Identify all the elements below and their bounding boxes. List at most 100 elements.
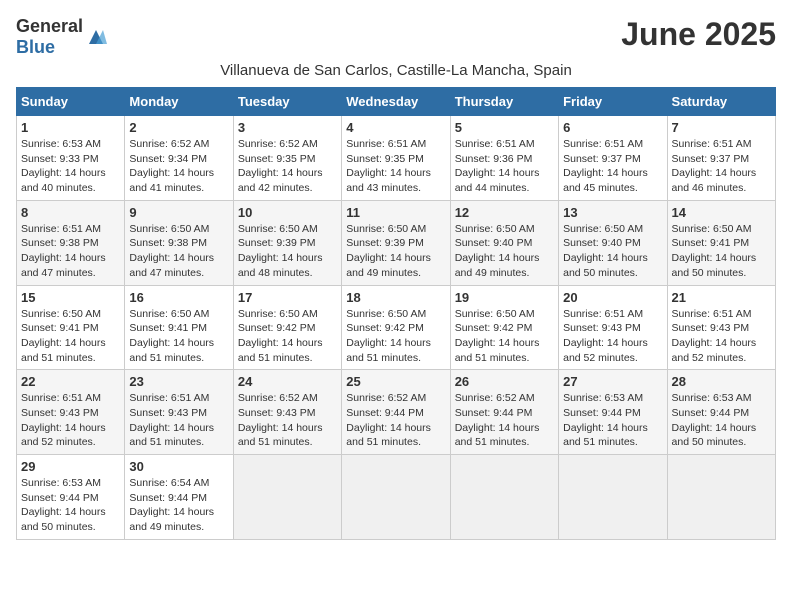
- day-info: Sunrise: 6:51 AM Sunset: 9:37 PM Dayligh…: [563, 138, 648, 194]
- table-row: 30 Sunrise: 6:54 AM Sunset: 9:44 PM Dayl…: [125, 455, 233, 540]
- table-row: 1 Sunrise: 6:53 AM Sunset: 9:33 PM Dayli…: [17, 116, 125, 201]
- table-row: 16 Sunrise: 6:50 AM Sunset: 9:41 PM Dayl…: [125, 285, 233, 370]
- day-number: 6: [563, 120, 662, 135]
- table-row: 6 Sunrise: 6:51 AM Sunset: 9:37 PM Dayli…: [559, 116, 667, 201]
- table-row: 7 Sunrise: 6:51 AM Sunset: 9:37 PM Dayli…: [667, 116, 775, 201]
- day-number: 26: [455, 374, 554, 389]
- table-row: 26 Sunrise: 6:52 AM Sunset: 9:44 PM Dayl…: [450, 370, 558, 455]
- day-number: 21: [672, 290, 771, 305]
- day-number: 4: [346, 120, 445, 135]
- table-row: 15 Sunrise: 6:50 AM Sunset: 9:41 PM Dayl…: [17, 285, 125, 370]
- day-number: 10: [238, 205, 337, 220]
- day-info: Sunrise: 6:50 AM Sunset: 9:41 PM Dayligh…: [129, 308, 214, 364]
- table-row: 13 Sunrise: 6:50 AM Sunset: 9:40 PM Dayl…: [559, 200, 667, 285]
- day-number: 25: [346, 374, 445, 389]
- table-row: 11 Sunrise: 6:50 AM Sunset: 9:39 PM Dayl…: [342, 200, 450, 285]
- day-number: 2: [129, 120, 228, 135]
- table-row: 17 Sunrise: 6:50 AM Sunset: 9:42 PM Dayl…: [233, 285, 341, 370]
- day-info: Sunrise: 6:52 AM Sunset: 9:44 PM Dayligh…: [346, 392, 431, 448]
- col-saturday: Saturday: [667, 88, 775, 116]
- table-row: 14 Sunrise: 6:50 AM Sunset: 9:41 PM Dayl…: [667, 200, 775, 285]
- table-row: 19 Sunrise: 6:50 AM Sunset: 9:42 PM Dayl…: [450, 285, 558, 370]
- day-info: Sunrise: 6:51 AM Sunset: 9:38 PM Dayligh…: [21, 223, 106, 279]
- header-row: Sunday Monday Tuesday Wednesday Thursday…: [17, 88, 776, 116]
- calendar-week-row: 29 Sunrise: 6:53 AM Sunset: 9:44 PM Dayl…: [17, 455, 776, 540]
- day-number: 30: [129, 459, 228, 474]
- day-info: Sunrise: 6:52 AM Sunset: 9:43 PM Dayligh…: [238, 392, 323, 448]
- table-row: 28 Sunrise: 6:53 AM Sunset: 9:44 PM Dayl…: [667, 370, 775, 455]
- table-row: 18 Sunrise: 6:50 AM Sunset: 9:42 PM Dayl…: [342, 285, 450, 370]
- calendar-week-row: 15 Sunrise: 6:50 AM Sunset: 9:41 PM Dayl…: [17, 285, 776, 370]
- day-number: 29: [21, 459, 120, 474]
- logo: General Blue: [16, 16, 107, 58]
- table-row: 10 Sunrise: 6:50 AM Sunset: 9:39 PM Dayl…: [233, 200, 341, 285]
- logo-blue: Blue: [16, 37, 55, 57]
- col-thursday: Thursday: [450, 88, 558, 116]
- logo-text: General Blue: [16, 16, 83, 58]
- day-number: 14: [672, 205, 771, 220]
- table-row: [450, 455, 558, 540]
- day-number: 5: [455, 120, 554, 135]
- day-info: Sunrise: 6:50 AM Sunset: 9:40 PM Dayligh…: [455, 223, 540, 279]
- day-number: 23: [129, 374, 228, 389]
- day-info: Sunrise: 6:53 AM Sunset: 9:44 PM Dayligh…: [21, 477, 106, 533]
- day-info: Sunrise: 6:51 AM Sunset: 9:43 PM Dayligh…: [563, 308, 648, 364]
- day-info: Sunrise: 6:50 AM Sunset: 9:41 PM Dayligh…: [21, 308, 106, 364]
- col-wednesday: Wednesday: [342, 88, 450, 116]
- day-number: 1: [21, 120, 120, 135]
- day-info: Sunrise: 6:51 AM Sunset: 9:37 PM Dayligh…: [672, 138, 757, 194]
- day-info: Sunrise: 6:51 AM Sunset: 9:35 PM Dayligh…: [346, 138, 431, 194]
- table-row: 27 Sunrise: 6:53 AM Sunset: 9:44 PM Dayl…: [559, 370, 667, 455]
- table-row: 9 Sunrise: 6:50 AM Sunset: 9:38 PM Dayli…: [125, 200, 233, 285]
- table-row: [667, 455, 775, 540]
- calendar-week-row: 8 Sunrise: 6:51 AM Sunset: 9:38 PM Dayli…: [17, 200, 776, 285]
- table-row: 24 Sunrise: 6:52 AM Sunset: 9:43 PM Dayl…: [233, 370, 341, 455]
- page-header: General Blue June 2025: [16, 16, 776, 58]
- day-number: 27: [563, 374, 662, 389]
- table-row: 3 Sunrise: 6:52 AM Sunset: 9:35 PM Dayli…: [233, 116, 341, 201]
- day-info: Sunrise: 6:50 AM Sunset: 9:39 PM Dayligh…: [346, 223, 431, 279]
- day-number: 8: [21, 205, 120, 220]
- day-info: Sunrise: 6:52 AM Sunset: 9:44 PM Dayligh…: [455, 392, 540, 448]
- calendar-week-row: 1 Sunrise: 6:53 AM Sunset: 9:33 PM Dayli…: [17, 116, 776, 201]
- calendar-week-row: 22 Sunrise: 6:51 AM Sunset: 9:43 PM Dayl…: [17, 370, 776, 455]
- day-info: Sunrise: 6:53 AM Sunset: 9:33 PM Dayligh…: [21, 138, 106, 194]
- table-row: 21 Sunrise: 6:51 AM Sunset: 9:43 PM Dayl…: [667, 285, 775, 370]
- table-row: 4 Sunrise: 6:51 AM Sunset: 9:35 PM Dayli…: [342, 116, 450, 201]
- day-info: Sunrise: 6:51 AM Sunset: 9:43 PM Dayligh…: [21, 392, 106, 448]
- day-number: 18: [346, 290, 445, 305]
- day-info: Sunrise: 6:50 AM Sunset: 9:42 PM Dayligh…: [455, 308, 540, 364]
- table-row: 12 Sunrise: 6:50 AM Sunset: 9:40 PM Dayl…: [450, 200, 558, 285]
- day-number: 16: [129, 290, 228, 305]
- day-number: 28: [672, 374, 771, 389]
- day-number: 13: [563, 205, 662, 220]
- day-number: 22: [21, 374, 120, 389]
- day-info: Sunrise: 6:51 AM Sunset: 9:43 PM Dayligh…: [672, 308, 757, 364]
- table-row: 29 Sunrise: 6:53 AM Sunset: 9:44 PM Dayl…: [17, 455, 125, 540]
- day-number: 12: [455, 205, 554, 220]
- day-number: 3: [238, 120, 337, 135]
- col-sunday: Sunday: [17, 88, 125, 116]
- day-number: 19: [455, 290, 554, 305]
- month-title: June 2025: [621, 16, 776, 53]
- table-row: [559, 455, 667, 540]
- col-monday: Monday: [125, 88, 233, 116]
- day-info: Sunrise: 6:50 AM Sunset: 9:39 PM Dayligh…: [238, 223, 323, 279]
- table-row: 5 Sunrise: 6:51 AM Sunset: 9:36 PM Dayli…: [450, 116, 558, 201]
- calendar-table: Sunday Monday Tuesday Wednesday Thursday…: [16, 87, 776, 540]
- day-info: Sunrise: 6:50 AM Sunset: 9:42 PM Dayligh…: [238, 308, 323, 364]
- day-info: Sunrise: 6:52 AM Sunset: 9:34 PM Dayligh…: [129, 138, 214, 194]
- day-number: 7: [672, 120, 771, 135]
- day-info: Sunrise: 6:51 AM Sunset: 9:43 PM Dayligh…: [129, 392, 214, 448]
- table-row: 25 Sunrise: 6:52 AM Sunset: 9:44 PM Dayl…: [342, 370, 450, 455]
- day-number: 24: [238, 374, 337, 389]
- table-row: 2 Sunrise: 6:52 AM Sunset: 9:34 PM Dayli…: [125, 116, 233, 201]
- day-info: Sunrise: 6:50 AM Sunset: 9:38 PM Dayligh…: [129, 223, 214, 279]
- subtitle: Villanueva de San Carlos, Castille-La Ma…: [16, 62, 776, 79]
- day-info: Sunrise: 6:52 AM Sunset: 9:35 PM Dayligh…: [238, 138, 323, 194]
- day-info: Sunrise: 6:50 AM Sunset: 9:40 PM Dayligh…: [563, 223, 648, 279]
- day-info: Sunrise: 6:53 AM Sunset: 9:44 PM Dayligh…: [563, 392, 648, 448]
- day-info: Sunrise: 6:50 AM Sunset: 9:42 PM Dayligh…: [346, 308, 431, 364]
- table-row: 22 Sunrise: 6:51 AM Sunset: 9:43 PM Dayl…: [17, 370, 125, 455]
- col-friday: Friday: [559, 88, 667, 116]
